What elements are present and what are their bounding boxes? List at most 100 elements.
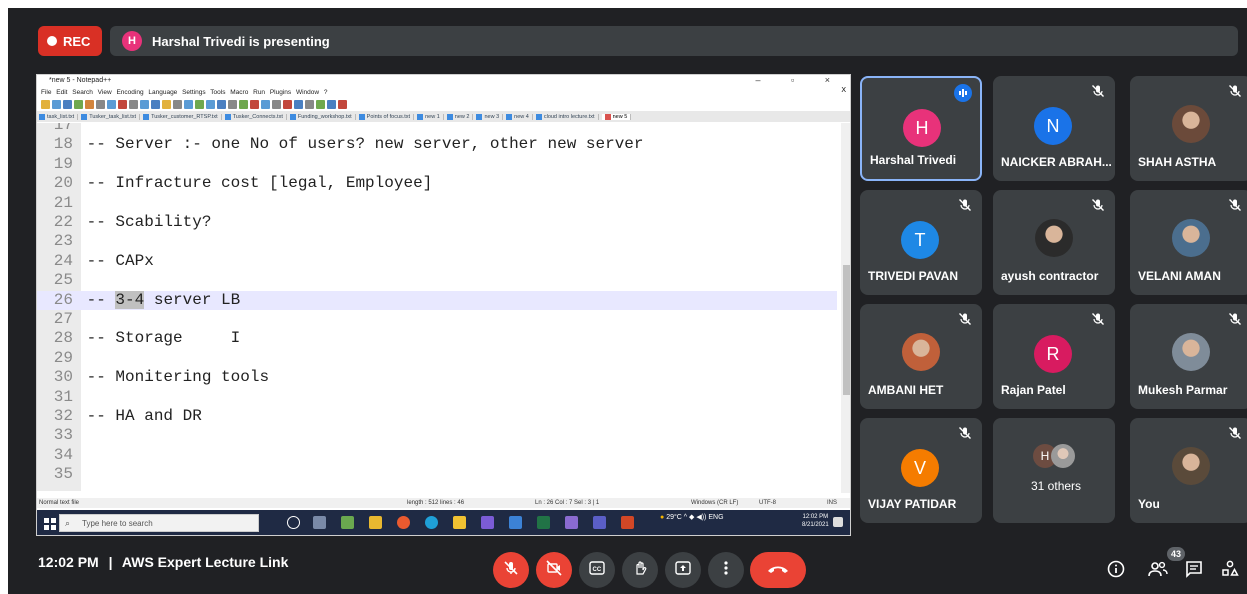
meeting-separator: | — [108, 554, 113, 570]
file-icon — [81, 113, 88, 120]
notepad-tab[interactable]: new 3 — [476, 113, 504, 120]
participant-name: Harshal Trivedi — [870, 153, 957, 167]
participant-tile[interactable]: AMBANI HET — [860, 304, 982, 409]
editor-line[interactable]: 22 -- Scability? — [37, 213, 837, 232]
task-view-icon[interactable] — [313, 516, 326, 529]
participant-tile[interactable]: N NAICKER ABRAH... — [993, 76, 1115, 181]
leave-call-button[interactable] — [750, 552, 806, 588]
participant-tile[interactable]: You — [1130, 418, 1247, 523]
more-options-button[interactable] — [708, 552, 744, 588]
excel-icon[interactable] — [537, 516, 550, 529]
notepad-tab[interactable]: new 5 — [601, 113, 632, 120]
editor-line[interactable]: 34 — [37, 446, 837, 465]
editor-line[interactable]: 23 — [37, 232, 837, 251]
powerpoint-icon[interactable] — [621, 516, 634, 529]
participant-tile[interactable]: V VIJAY PATIDAR — [860, 418, 982, 523]
participant-name: SHAH ASTHA — [1138, 155, 1217, 169]
explorer-icon[interactable] — [453, 516, 466, 529]
editor-line[interactable]: 32 -- HA and DR — [37, 407, 837, 426]
notepad-tab[interactable]: Tusker_Connects.txt — [224, 113, 287, 120]
scrollbar-thumb[interactable] — [843, 265, 850, 395]
chrome-icon[interactable] — [397, 516, 410, 529]
editor-line[interactable]: 35 — [37, 465, 837, 484]
taskbar-search[interactable]: Type here to search — [59, 514, 259, 532]
file-icon — [476, 113, 483, 120]
notepad-tab[interactable]: task_list.txt — [39, 113, 79, 120]
taskbar-clock[interactable]: 12:02 PM 8/21/2021 — [802, 513, 829, 529]
camera-off-button[interactable] — [536, 552, 572, 588]
editor-line[interactable]: 25 — [37, 271, 837, 290]
editor-line[interactable]: 33 — [37, 426, 837, 445]
app-icon-1[interactable] — [341, 516, 354, 529]
window-controls: – ▫ × — [755, 75, 844, 85]
teams-icon[interactable] — [593, 516, 606, 529]
record-dot-icon — [47, 36, 57, 46]
notepad-editor[interactable]: 17 18 -- Server :- one No of users? new … — [37, 123, 837, 491]
notepad-tab[interactable]: Funding_workshop.txt — [289, 113, 356, 120]
notification-icon[interactable] — [833, 517, 843, 527]
tab-label: task_list.txt — [47, 113, 75, 120]
cortana-icon[interactable] — [287, 516, 300, 529]
participant-tile[interactable]: H Harshal Trivedi — [860, 76, 982, 181]
editor-line[interactable]: 31 — [37, 388, 837, 407]
app-icon-4[interactable] — [509, 516, 522, 529]
tab-label: new 4 — [514, 113, 529, 120]
notepad-tab[interactable]: Points of focus.txt — [358, 113, 415, 120]
clock-date: 8/21/2021 — [802, 522, 829, 528]
people-icon — [1148, 560, 1168, 583]
mic-off-icon — [1228, 198, 1242, 212]
editor-line[interactable]: 20 -- Infracture cost [legal, Employee] — [37, 174, 837, 193]
participant-tile[interactable]: H 31 others — [993, 418, 1115, 523]
mic-off-icon — [1091, 84, 1105, 98]
editor-line[interactable]: 27 — [37, 310, 837, 329]
meeting-name[interactable]: AWS Expert Lecture Link — [122, 554, 288, 570]
editor-line[interactable]: 19 — [37, 155, 837, 174]
participant-tile[interactable]: ayush contractor — [993, 190, 1115, 295]
activities-icon — [1221, 560, 1239, 583]
people-button[interactable] — [1148, 561, 1168, 581]
app-icon-2[interactable] — [369, 516, 382, 529]
search-icon: ⌕ — [65, 518, 71, 528]
editor-line[interactable]: 24 -- CAPx — [37, 252, 837, 271]
editor-line[interactable]: 26 -- 3-4 server LB — [37, 290, 837, 310]
participant-tile[interactable]: VELANI AMAN — [1130, 190, 1247, 295]
recording-indicator[interactable]: REC — [38, 26, 102, 56]
activities-button[interactable] — [1220, 560, 1240, 583]
notepad-tab[interactable]: new 1 — [417, 113, 444, 120]
app-icon-5[interactable] — [565, 516, 578, 529]
line-number: 22 — [53, 213, 73, 231]
captions-button[interactable]: CC — [579, 552, 615, 588]
participant-avatar: T — [901, 221, 939, 259]
notepad-tab[interactable]: new 2 — [446, 113, 474, 120]
system-tray[interactable]: ● 29°C ^ ◆ ◀)) ENG — [660, 513, 724, 522]
editor-line[interactable]: 17 — [37, 123, 837, 135]
notepad-tab[interactable]: cloud intro lecture.txt — [535, 113, 599, 120]
participant-tile[interactable]: SHAH ASTHA — [1130, 76, 1247, 181]
tab-label: cloud intro lecture.txt — [543, 113, 595, 120]
edge-icon[interactable] — [425, 516, 438, 529]
present-button[interactable] — [665, 552, 701, 588]
line-number: 32 — [53, 407, 73, 425]
editor-line[interactable]: 30 -- Monitering tools — [37, 368, 837, 387]
app-icon-3[interactable] — [481, 516, 494, 529]
file-icon — [506, 113, 513, 120]
participant-tile[interactable]: T TRIVEDI PAVAN — [860, 190, 982, 295]
participant-tile[interactable]: Mukesh Parmar — [1130, 304, 1247, 409]
chat-button[interactable] — [1184, 560, 1204, 581]
editor-line[interactable]: 29 — [37, 349, 837, 368]
meeting-details-button[interactable] — [1106, 560, 1126, 581]
editor-line[interactable]: 21 — [37, 194, 837, 213]
notepad-tab[interactable]: Tusker_task_list.txt — [81, 113, 141, 120]
mic-off-icon — [958, 312, 972, 326]
windows-start-icon[interactable] — [44, 517, 56, 530]
notepad-tab[interactable]: Tusker_customer_RTSP.txt — [143, 113, 222, 120]
mic-off-button[interactable] — [493, 552, 529, 588]
participant-tile[interactable]: R Rajan Patel — [993, 304, 1115, 409]
notepad-tab[interactable]: new 4 — [506, 113, 533, 120]
editor-line[interactable]: 18 -- Server :- one No of users? new ser… — [37, 135, 837, 154]
line-text: -- Infracture cost [legal, Employee] — [86, 174, 433, 193]
file-icon — [358, 113, 365, 120]
status-position: Ln : 26 Col : 7 Sel : 3 | 1 — [535, 500, 600, 506]
editor-line[interactable]: 28 -- Storage I — [37, 329, 837, 348]
raise-hand-button[interactable] — [622, 552, 658, 588]
